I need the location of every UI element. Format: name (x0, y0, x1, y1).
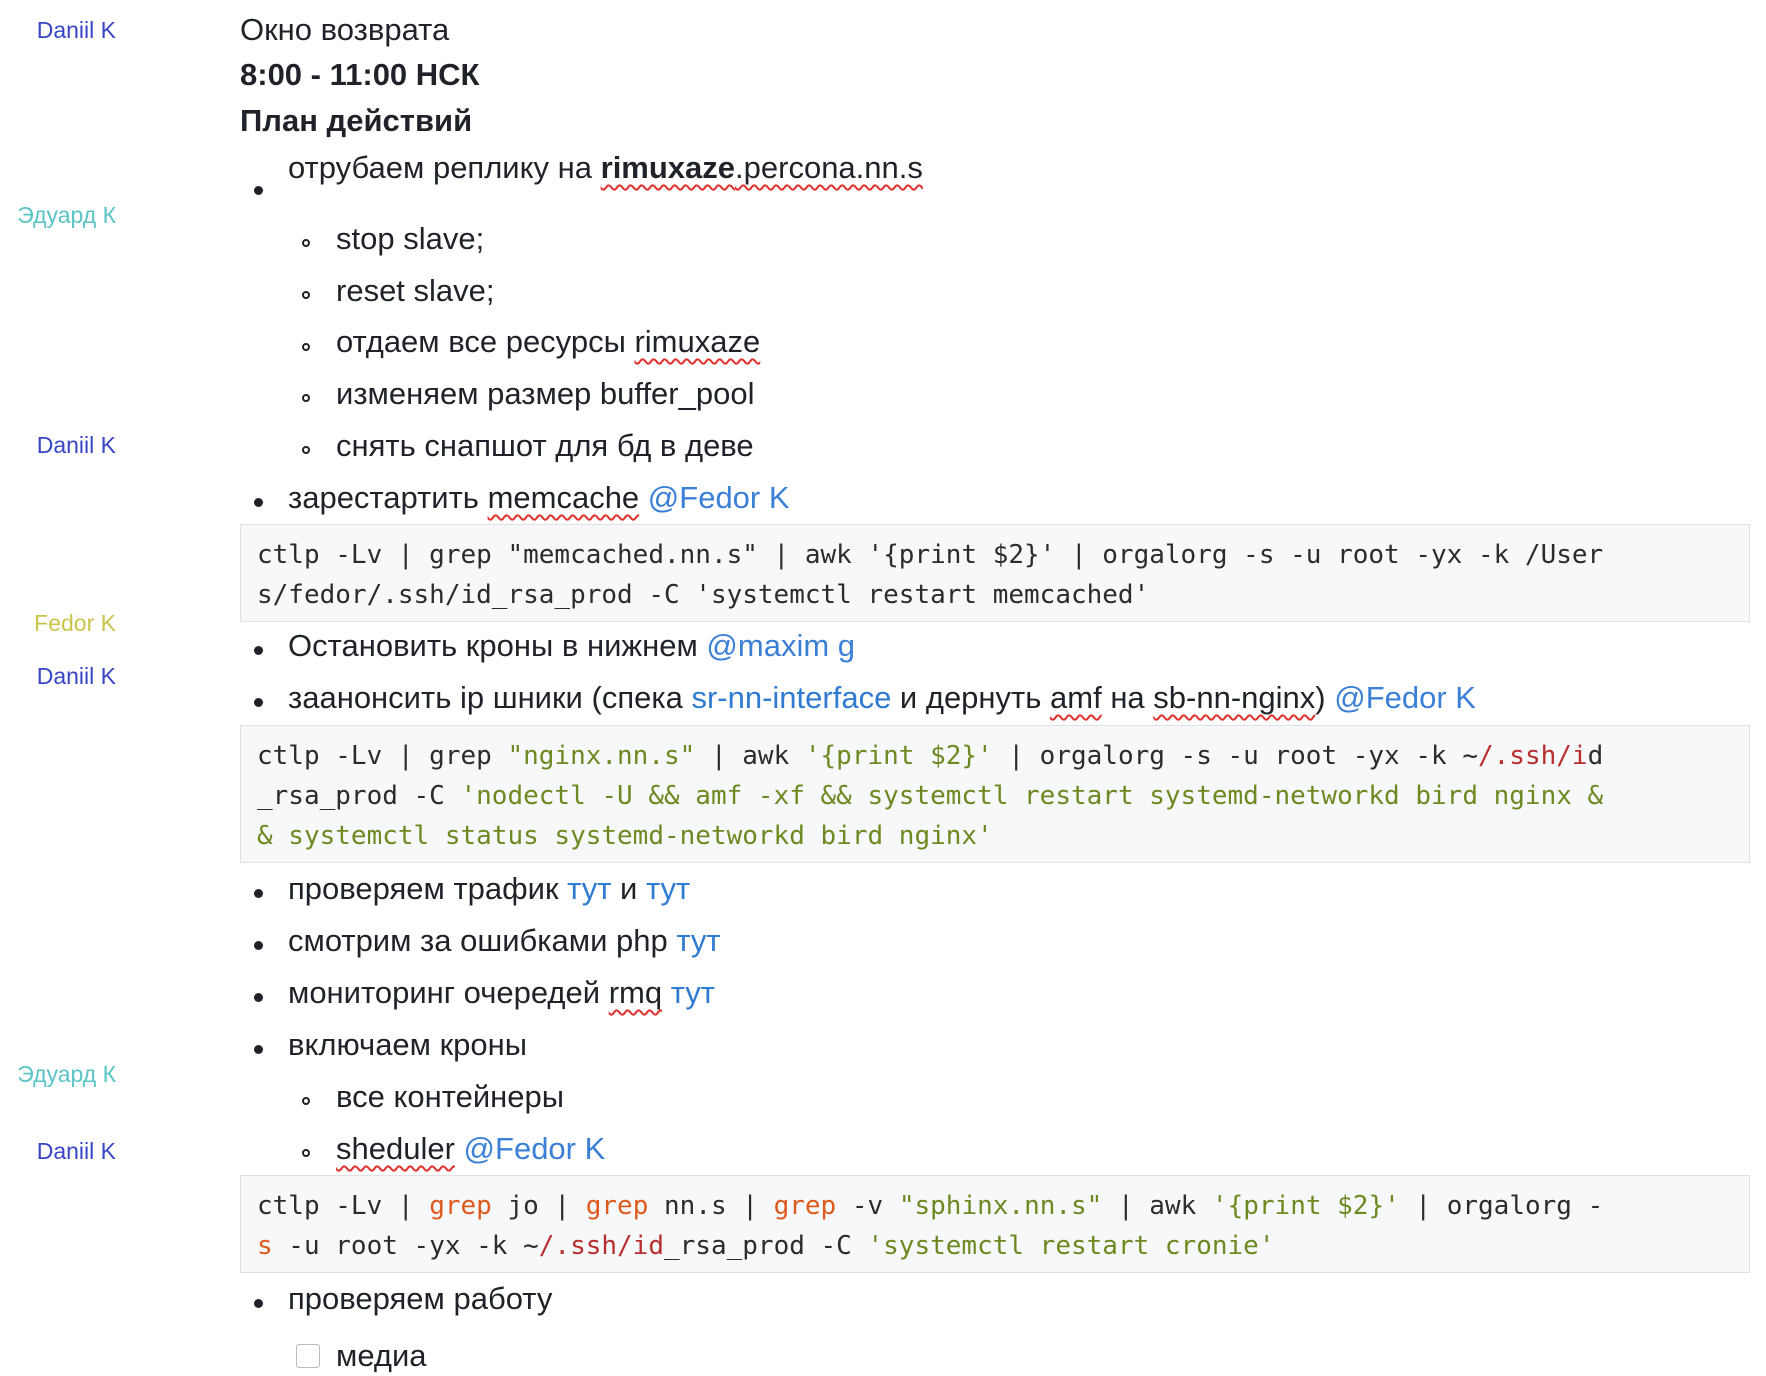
bullet-dot (254, 993, 263, 1002)
hostname-bold: rimuxaze (600, 150, 736, 185)
task-checkbox[interactable] (296, 1344, 320, 1368)
list-item: мониторинг очередей rmq тут (288, 975, 715, 1010)
list-item: отрубаем реплику на rimuxaze.percona.nn.… (288, 150, 923, 185)
list-item: заанонсить ip шники (спека sr-nn-interfa… (288, 680, 1476, 715)
sub-list-item: все контейнеры (336, 1079, 565, 1114)
link-sr-nn-interface[interactable]: sr-nn-interface (691, 680, 891, 715)
bullet-dot (254, 698, 263, 707)
author-label: Fedor K (34, 610, 116, 636)
author-label: Эдуард К (17, 202, 116, 228)
list-item: проверяем работу (288, 1281, 553, 1316)
checkbox-label: медиа (336, 1338, 427, 1373)
link-traffic-1[interactable]: тут (567, 871, 611, 906)
list-item: проверяем трафик тут и тут (288, 871, 691, 906)
sub-bullet (302, 291, 310, 299)
sub-bullet (302, 394, 310, 402)
sub-bullet (302, 343, 310, 351)
link-traffic-2[interactable]: тут (646, 871, 690, 906)
window-label: Окно возврата (240, 12, 450, 47)
code-block[interactable]: ctlp -Lv | grep "memcached.nn.s" | awk '… (240, 524, 1750, 622)
mention-fedor[interactable]: @Fedor K (464, 1131, 606, 1166)
sub-bullet (302, 239, 310, 247)
mention-maxim[interactable]: @maxim g (706, 628, 855, 663)
link-php-errors[interactable]: тут (676, 923, 720, 958)
list-item: Остановить кроны в нижнем @maxim g (288, 628, 856, 663)
bullet-dot (254, 1045, 263, 1054)
mention-fedor[interactable]: @Fedor K (648, 480, 790, 515)
sub-bullet (302, 446, 310, 454)
bullet-dot (254, 186, 263, 195)
list-item: смотрим за ошибками php тут (288, 923, 721, 958)
time-window: 8:00 - 11:00 НСК (240, 57, 480, 92)
sub-list-item: sheduler @Fedor K (336, 1131, 606, 1166)
plan-heading: План действий (240, 103, 473, 138)
code-block[interactable]: ctlp -Lv | grep jo | grep nn.s | grep -v… (240, 1175, 1750, 1273)
bullet-dot (254, 646, 263, 655)
mention-fedor[interactable]: @Fedor K (1334, 680, 1476, 715)
list-item: зарестартить memcache @Fedor K (288, 480, 790, 515)
sub-bullet (302, 1149, 310, 1157)
sub-list-item: изменяем размер buffer_pool (336, 376, 755, 411)
author-label: Эдуард К (17, 1061, 116, 1087)
sub-list-item: снять снапшот для бд в деве (336, 428, 754, 463)
sub-list-item: отдаем все ресурсы rimuxaze (336, 324, 761, 359)
author-label: Daniil K (36, 663, 116, 689)
author-label: Daniil K (36, 432, 116, 458)
sub-list-item: stop slave; (336, 221, 485, 256)
bullet-dot (254, 889, 263, 898)
bullet-dot (254, 941, 263, 950)
link-rmq[interactable]: тут (671, 975, 715, 1010)
code-block[interactable]: ctlp -Lv | grep "nginx.nn.s" | awk '{pri… (240, 725, 1750, 863)
bullet-dot (254, 1299, 263, 1308)
author-label: Daniil K (36, 17, 116, 43)
sub-bullet (302, 1097, 310, 1105)
list-item: включаем кроны (288, 1027, 528, 1062)
bullet-dot (254, 498, 263, 507)
sub-list-item: reset slave; (336, 273, 495, 308)
author-label: Daniil K (36, 1138, 116, 1164)
